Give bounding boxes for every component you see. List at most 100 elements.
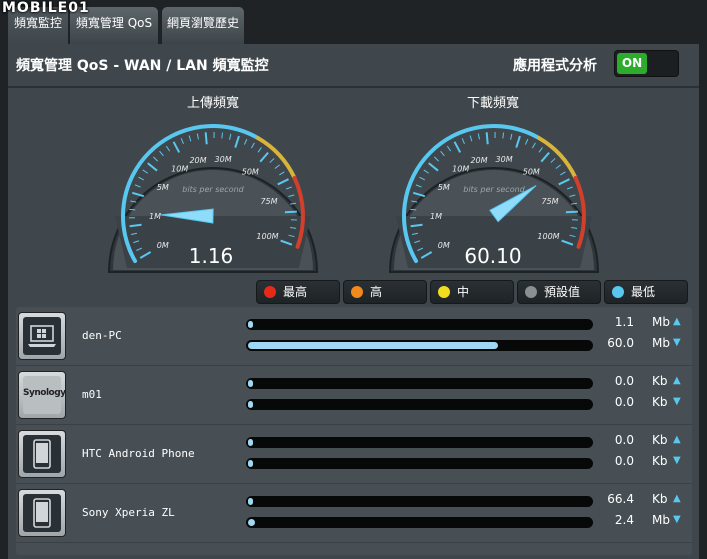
client-name: den-PC <box>82 329 122 342</box>
page-title: 頻寬管理 QoS - WAN / LAN 頻寬監控 <box>16 58 269 74</box>
priority-dot-icon <box>351 286 363 298</box>
svg-text:30M: 30M <box>496 155 513 164</box>
legend-label: 最高 <box>283 285 308 299</box>
upload-bar-fill <box>248 380 253 387</box>
download-unit: Kb <box>652 395 668 409</box>
legend-lowest: 最低 <box>604 280 688 304</box>
client-row[interactable]: Sony Xperia ZL 66.4 Kb ▲ 2.4 Mb ▼ <box>16 484 692 543</box>
upload-unit: Mb <box>652 315 670 329</box>
upload-unit: Kb <box>652 374 668 388</box>
upload-rate: 0.0 <box>614 433 634 447</box>
synology-nas-icon[interactable]: Synology <box>18 371 66 419</box>
upload-unit: Kb <box>652 492 668 506</box>
download-bar-fill <box>248 342 498 349</box>
download-rate: 2.4 <box>614 513 634 527</box>
upload-rate: 66.4 <box>607 492 634 506</box>
download-bar <box>246 399 593 410</box>
download-arrow-icon: ▼ <box>673 337 681 348</box>
mobile01-watermark: MOBILE01 <box>2 0 90 16</box>
upload-bar-fill <box>248 321 253 328</box>
svg-text:20M: 20M <box>189 156 206 165</box>
client-row[interactable]: den-PC 1.1 Mb ▲ 60.0 Mb ▼ <box>16 307 692 366</box>
priority-dot-icon <box>612 286 624 298</box>
upload-gauge-title: 上傳頻寬 <box>186 96 239 111</box>
download-unit: Kb <box>652 454 668 468</box>
tab-label: 頻寬管理 QoS <box>75 16 153 30</box>
download-bar-fill <box>248 401 253 408</box>
upload-arrow-icon: ▲ <box>673 316 681 327</box>
upload-bar <box>246 319 593 330</box>
svg-text:1M: 1M <box>149 212 161 221</box>
upload-rate: 0.0 <box>614 374 634 388</box>
download-unit: Mb <box>652 513 670 527</box>
upload-bar <box>246 378 593 389</box>
client-name: m01 <box>82 388 102 401</box>
priority-dot-icon <box>438 286 450 298</box>
tab-bar: 頻寬監控 頻寬管理 QoS 網頁瀏覽歷史 <box>0 0 707 44</box>
download-bar <box>246 458 593 469</box>
phone-icon[interactable] <box>18 489 66 537</box>
legend-highest: 最高 <box>256 280 340 304</box>
legend-label: 最低 <box>631 285 656 299</box>
download-rate: 60.0 <box>607 336 634 350</box>
svg-text:75M: 75M <box>260 197 277 206</box>
download-arrow-icon: ▼ <box>673 514 681 525</box>
tab-web-history[interactable]: 網頁瀏覽歷史 <box>162 7 244 44</box>
legend-label: 中 <box>457 285 470 299</box>
client-name: Sony Xperia ZL <box>82 506 175 519</box>
download-speed-value: 60.10 <box>464 244 522 268</box>
svg-text:10M: 10M <box>452 164 469 173</box>
svg-text:50M: 50M <box>523 168 540 177</box>
app-analysis-label: 應用程式分析 <box>513 58 597 74</box>
legend-label: 高 <box>370 285 383 299</box>
tab-label: 網頁瀏覽歷史 <box>166 16 239 30</box>
svg-text:50M: 50M <box>242 168 259 177</box>
toggle-on-label: ON <box>617 53 647 74</box>
svg-text:1M: 1M <box>430 212 442 221</box>
svg-text:5M: 5M <box>438 183 450 192</box>
download-bar <box>246 517 593 528</box>
download-unit: Mb <box>652 336 670 350</box>
legend-label: 預設值 <box>544 285 581 299</box>
upload-rate: 1.1 <box>614 315 634 329</box>
windows-pc-icon[interactable] <box>18 312 66 360</box>
priority-dot-icon <box>525 286 537 298</box>
synology-logo-text: Synology <box>23 388 66 398</box>
download-rate: 0.0 <box>614 454 634 468</box>
download-bar-fill <box>248 460 253 467</box>
svg-text:75M: 75M <box>541 197 558 206</box>
upload-bar-fill <box>248 439 253 446</box>
svg-text:5M: 5M <box>157 183 169 192</box>
phone-icon[interactable] <box>18 430 66 478</box>
client-list: den-PC 1.1 Mb ▲ 60.0 Mb ▼ Synology m01 0… <box>16 307 692 555</box>
upload-bar-fill <box>248 498 253 505</box>
svg-text:20M: 20M <box>470 156 487 165</box>
qos-monitor-panel: 頻寬管理 QoS - WAN / LAN 頻寬監控 應用程式分析 ON 上傳頻寬… <box>8 44 699 559</box>
legend-high: 高 <box>343 280 427 304</box>
legend-default: 預設值 <box>517 280 601 304</box>
svg-text:10M: 10M <box>171 164 188 173</box>
download-bar <box>246 340 593 351</box>
download-bar-fill <box>248 519 255 526</box>
tab-label: 頻寬監控 <box>13 16 62 30</box>
client-row[interactable]: HTC Android Phone 0.0 Kb ▲ 0.0 Kb ▼ <box>16 425 692 484</box>
upload-arrow-icon: ▲ <box>673 375 681 386</box>
download-rate: 0.0 <box>614 395 634 409</box>
svg-text:bits per second: bits per second <box>463 185 525 194</box>
priority-dot-icon <box>264 286 276 298</box>
legend-medium: 中 <box>430 280 514 304</box>
divider <box>8 86 699 88</box>
svg-text:100M: 100M <box>256 232 278 241</box>
upload-arrow-icon: ▲ <box>673 493 681 504</box>
app-analysis-toggle[interactable]: ON <box>614 50 679 77</box>
upload-speed-value: 1.16 <box>188 244 234 268</box>
svg-text:100M: 100M <box>537 232 559 241</box>
download-arrow-icon: ▼ <box>673 455 681 466</box>
download-arrow-icon: ▼ <box>673 396 681 407</box>
svg-text:bits per second: bits per second <box>182 185 244 194</box>
upload-bar <box>246 496 593 507</box>
download-gauge-title: 下載頻寬 <box>466 96 519 111</box>
upload-arrow-icon: ▲ <box>673 434 681 445</box>
upload-bar <box>246 437 593 448</box>
client-row[interactable]: Synology m01 0.0 Kb ▲ 0.0 Kb ▼ <box>16 366 692 425</box>
